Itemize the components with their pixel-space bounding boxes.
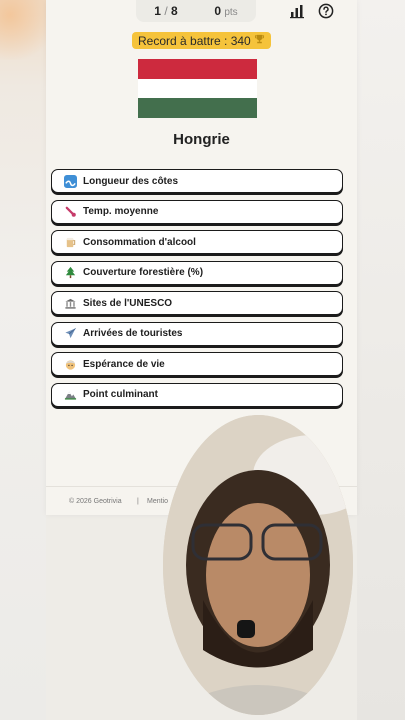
airplane-icon (63, 327, 77, 341)
flag-stripe-white (138, 78, 257, 99)
presenter-video (163, 415, 353, 715)
points-display: 0 pts (214, 4, 238, 18)
face-icon (63, 357, 77, 371)
option-coastline[interactable]: Longueur des côtes (51, 169, 343, 193)
leaderboard-icon[interactable] (289, 3, 305, 19)
background-right (357, 0, 405, 720)
category-options: Longueur des côtes Temp. moyenne Consomm… (51, 169, 343, 413)
score-bar: 1 / 8 0 pts (136, 0, 256, 22)
background-left (0, 0, 46, 720)
option-forest-cover[interactable]: Couverture forestière (%) (51, 260, 343, 285)
option-tourist-arrivals[interactable]: Arrivées de touristes (51, 321, 343, 346)
trophy-icon (254, 34, 265, 48)
record-badge: Record à battre : 340 (132, 32, 271, 49)
country-flag (138, 59, 257, 118)
help-icon[interactable] (318, 3, 334, 19)
option-alcohol[interactable]: Consommation d'alcool (51, 230, 343, 254)
thermometer-icon (63, 205, 77, 219)
copyright-text: © 2026 Geotrivia (69, 498, 122, 505)
country-name: Hongrie (173, 131, 230, 148)
question-counter: 1 / 8 (154, 4, 178, 18)
webcam-overlay (163, 415, 353, 715)
legal-link[interactable]: Mentio (147, 498, 168, 505)
record-label: Record à battre : 340 (138, 33, 251, 48)
option-temperature[interactable]: Temp. moyenne (51, 199, 343, 224)
flag-stripe-green (138, 98, 257, 118)
tree-icon (63, 266, 77, 280)
beer-icon (63, 235, 77, 249)
game-page: 1 / 8 0 pts Record à battre : 340 Hongri… (46, 0, 357, 515)
flag-stripe-red (138, 59, 257, 79)
monument-icon (63, 296, 77, 310)
option-life-expectancy[interactable]: Espérance de vie (51, 352, 343, 376)
option-unesco-sites[interactable]: Sites de l'UNESCO (51, 291, 343, 315)
option-highest-point[interactable]: Point culminant (51, 382, 343, 407)
footer-separator: | (137, 498, 139, 505)
mountain-icon (63, 388, 77, 402)
wave-icon (63, 174, 77, 188)
